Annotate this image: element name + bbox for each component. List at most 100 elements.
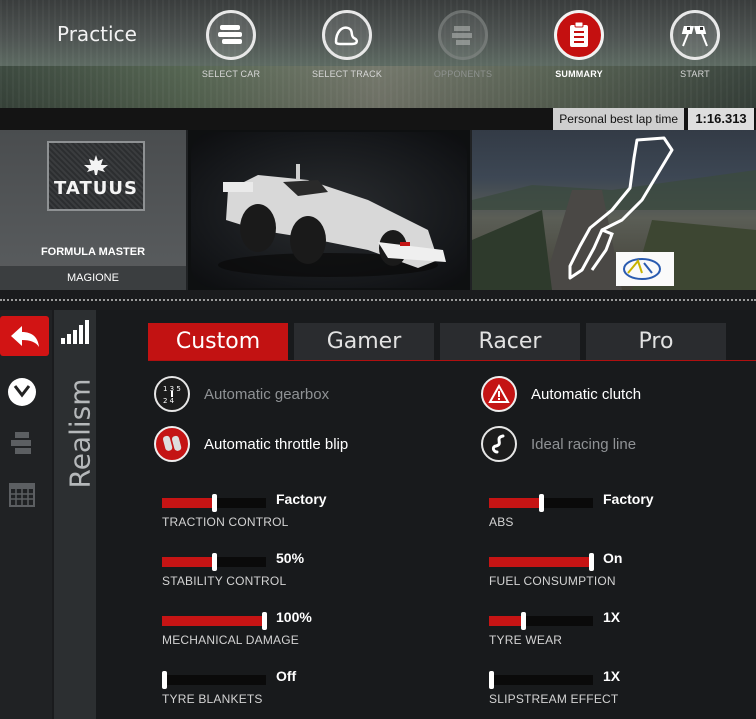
setting-name: FUEL CONSUMPTION	[489, 574, 616, 588]
setting-abs[interactable]: Factory ABS	[489, 491, 739, 537]
track-preview	[472, 130, 756, 290]
assist-label: Ideal racing line	[531, 435, 637, 453]
cars-icon	[206, 10, 256, 60]
setting-value: 50%	[276, 550, 305, 566]
brand-logo: TATUUS	[47, 141, 145, 211]
setting-name: TRACTION CONTROL	[162, 515, 289, 529]
slider-handle[interactable]	[521, 612, 526, 630]
track-name: MAGIONE	[0, 266, 186, 290]
setting-fuel-consumption[interactable]: On FUEL CONSUMPTION	[489, 550, 739, 596]
setting-value: 1X	[603, 609, 621, 625]
slider-handle[interactable]	[589, 553, 594, 571]
brand-name: TATUUS	[54, 177, 138, 199]
gearbox-icon: 1 3 5 2 4	[154, 376, 190, 412]
slider-track[interactable]	[489, 612, 593, 630]
car-preview	[188, 130, 470, 290]
slider-track[interactable]	[489, 671, 593, 689]
preset-tabs: Custom Gamer Racer Pro	[148, 323, 726, 361]
tab-racer[interactable]: Racer	[440, 323, 580, 360]
personal-best-time: 1:16.313	[686, 108, 754, 130]
slider-handle[interactable]	[212, 553, 217, 571]
slider-track[interactable]	[489, 553, 594, 571]
tab-gamer[interactable]: Gamer	[294, 323, 434, 360]
setting-tyre-wear[interactable]: 1X TYRE WEAR	[489, 609, 739, 655]
setting-value: Off	[276, 668, 297, 684]
slider-handle[interactable]	[489, 671, 494, 689]
tab-custom[interactable]: Custom	[148, 323, 288, 360]
opponents-icon	[438, 10, 488, 60]
realism-panel: Custom Gamer Racer Pro 1 3 5 2 4 Automat…	[96, 310, 756, 719]
realism-section-tab[interactable]: Realism	[54, 310, 97, 719]
assist-label: Automatic throttle blip	[204, 435, 349, 453]
svg-text:2 4: 2 4	[163, 397, 175, 405]
racing-line-icon	[481, 426, 517, 462]
slider-fill	[162, 557, 214, 567]
step-label: SELECT TRACK	[311, 69, 383, 79]
setting-name: ABS	[489, 515, 514, 529]
step-select-track[interactable]: SELECT TRACK	[297, 10, 397, 79]
assist-ideal-racing-line[interactable]: Ideal racing line	[481, 426, 636, 462]
step-select-car[interactable]: SELECT CAR	[181, 10, 281, 79]
track-logo	[616, 252, 674, 286]
slider-handle[interactable]	[539, 494, 544, 512]
step-label: SELECT CAR	[201, 69, 261, 79]
setting-stability-control[interactable]: 50% STABILITY CONTROL	[162, 550, 412, 596]
track-map-image	[472, 136, 756, 290]
slider-track[interactable]	[162, 671, 266, 689]
back-button[interactable]	[0, 316, 49, 356]
session-summary-panel: TATUUS FORMULA MASTER MAGIONE	[0, 130, 756, 290]
pedals-icon	[154, 426, 190, 462]
tabs-underline	[148, 360, 756, 361]
left-rail	[0, 310, 52, 719]
realism-label: Realism	[63, 378, 97, 489]
car-brand-box[interactable]: TATUUS FORMULA MASTER MAGIONE	[0, 130, 186, 290]
setting-name: MECHANICAL DAMAGE	[162, 633, 299, 647]
checkered-flags-icon	[670, 10, 720, 60]
track-icon	[322, 10, 372, 60]
setting-value: Factory	[276, 491, 327, 507]
slider-track[interactable]	[162, 553, 266, 571]
step-summary[interactable]: SUMMARY	[529, 10, 629, 79]
assist-automatic-clutch[interactable]: Automatic clutch	[481, 376, 641, 412]
signal-bars-icon	[61, 320, 89, 344]
warning-icon	[481, 376, 517, 412]
setting-slipstream-effect[interactable]: 1X SLIPSTREAM EFFECT	[489, 668, 739, 714]
step-label: OPPONENTS	[433, 69, 493, 79]
assist-label: Automatic clutch	[531, 385, 642, 403]
setting-name: TYRE BLANKETS	[162, 692, 263, 706]
assist-automatic-gearbox[interactable]: 1 3 5 2 4 Automatic gearbox	[154, 376, 329, 412]
tab-pro[interactable]: Pro	[586, 323, 726, 360]
slider-fill	[489, 557, 593, 567]
slider-fill	[162, 616, 266, 626]
step-start[interactable]: START	[645, 10, 745, 79]
setting-name: TYRE WEAR	[489, 633, 563, 647]
top-nav: Practice SELECT CAR SELECT TRACK OPPONEN…	[0, 0, 756, 108]
setting-value: Factory	[603, 491, 654, 507]
mode-title: Practice	[57, 22, 137, 46]
cars-icon[interactable]	[4, 424, 40, 460]
slider-track[interactable]	[162, 494, 266, 512]
slider-fill	[162, 498, 214, 508]
slider-handle[interactable]	[162, 671, 167, 689]
slider-track[interactable]	[162, 612, 267, 630]
setting-name: SLIPSTREAM EFFECT	[489, 692, 619, 706]
setting-tyre-blankets[interactable]: Off TYRE BLANKETS	[162, 668, 412, 714]
step-label: START	[680, 69, 710, 79]
slider-fill	[489, 616, 523, 626]
setting-mechanical-damage[interactable]: 100% MECHANICAL DAMAGE	[162, 609, 412, 655]
section-divider	[0, 299, 756, 301]
slider-track[interactable]	[489, 494, 593, 512]
formula-car-image	[218, 164, 446, 277]
assist-label: Automatic gearbox	[204, 385, 330, 403]
step-opponents: OPPONENTS	[413, 10, 513, 79]
slider-fill	[489, 498, 541, 508]
setting-traction-control[interactable]: Factory TRACTION CONTROL	[162, 491, 412, 537]
assist-automatic-throttle-blip[interactable]: Automatic throttle blip	[154, 426, 348, 462]
slider-handle[interactable]	[212, 494, 217, 512]
calendar-icon[interactable]	[4, 476, 40, 512]
personal-best-label: Personal best lap time	[553, 108, 684, 130]
clipboard-icon	[554, 10, 604, 60]
clock-icon[interactable]	[4, 374, 40, 410]
maple-leaf-icon	[84, 154, 108, 175]
slider-handle[interactable]	[262, 612, 267, 630]
